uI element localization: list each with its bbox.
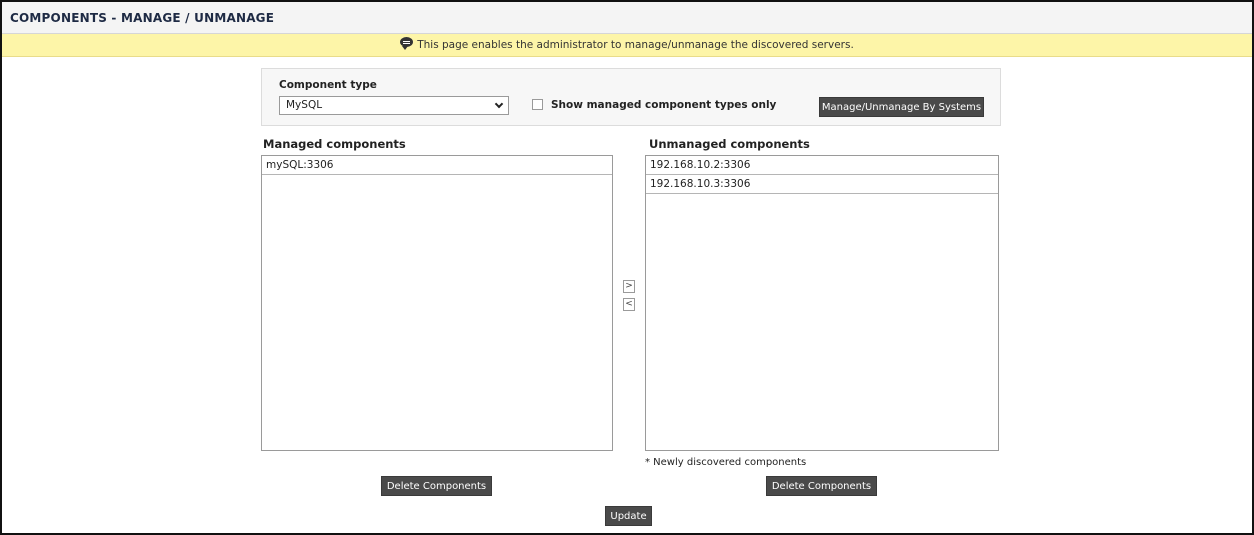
delete-unmanaged-components-button[interactable]: Delete Components <box>766 476 877 496</box>
show-managed-only-label[interactable]: Show managed component types only <box>551 99 776 111</box>
component-type-select[interactable]: MySQL <box>279 96 509 115</box>
unmanaged-components-list[interactable]: 192.168.10.2:3306 192.168.10.3:3306 <box>645 155 999 451</box>
delete-managed-components-button[interactable]: Delete Components <box>381 476 492 496</box>
unmanaged-components-label: Unmanaged components <box>649 137 810 151</box>
page-frame: COMPONENTS - MANAGE / UNMANAGE This page… <box>0 0 1254 535</box>
info-message: This page enables the administrator to m… <box>417 39 854 51</box>
component-type-label: Component type <box>279 79 377 91</box>
newly-discovered-note: * Newly discovered components <box>645 457 807 468</box>
component-type-panel: Component type MySQL Show managed compon… <box>261 68 1001 126</box>
chevron-down-icon <box>494 99 504 109</box>
list-item[interactable]: 192.168.10.3:3306 <box>646 175 998 194</box>
speech-bubble-icon <box>400 37 414 50</box>
managed-components-label: Managed components <box>263 137 406 151</box>
list-item[interactable]: 192.168.10.2:3306 <box>646 156 998 175</box>
managed-components-list[interactable]: mySQL:3306 <box>261 155 613 451</box>
title-bar: COMPONENTS - MANAGE / UNMANAGE <box>2 2 1252 34</box>
update-button[interactable]: Update <box>605 506 652 526</box>
list-item[interactable]: mySQL:3306 <box>262 156 612 175</box>
manage-by-systems-button[interactable]: Manage/Unmanage By Systems <box>819 97 984 117</box>
show-managed-only-checkbox[interactable] <box>532 99 543 110</box>
info-banner: This page enables the administrator to m… <box>2 34 1252 57</box>
move-right-button[interactable]: > <box>623 280 635 293</box>
page-title: COMPONENTS - MANAGE / UNMANAGE <box>10 11 275 25</box>
component-type-value: MySQL <box>286 99 323 111</box>
move-left-button[interactable]: < <box>623 298 635 311</box>
